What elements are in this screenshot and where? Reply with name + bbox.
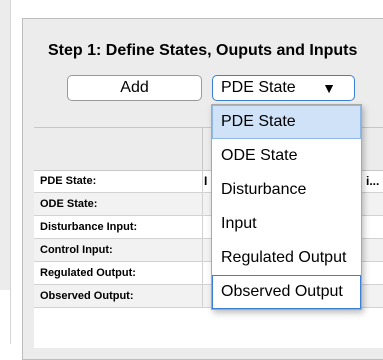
row-label-pde-state: PDE State: [40, 175, 97, 187]
column-divider [202, 216, 203, 238]
menu-item-disturbance[interactable]: Disturbance [212, 173, 361, 207]
left-panel-gap [0, 290, 10, 344]
column-divider [202, 239, 203, 261]
pde-state-value-start: I [204, 174, 208, 188]
menu-item-input[interactable]: Input [212, 207, 361, 241]
column-divider [202, 262, 203, 284]
step-title: Step 1: Define States, Ouputs and Inputs [48, 42, 358, 59]
menu-item-pde-state[interactable]: PDE State [212, 105, 361, 139]
column-divider [202, 128, 203, 170]
column-divider [202, 193, 203, 215]
row-label-disturbance-input: Disturbance Input: [40, 221, 138, 233]
add-button[interactable]: Add [67, 75, 202, 101]
menu-item-observed-output[interactable]: Observed Output [212, 275, 361, 309]
row-label-control-input: Control Input: [40, 244, 113, 256]
type-select[interactable]: PDE State ▼ [212, 75, 355, 101]
row-label-observed-output: Observed Output: [40, 290, 134, 302]
chevron-down-icon: ▼ [322, 80, 336, 96]
row-label-regulated-output: Regulated Output: [40, 267, 136, 279]
menu-item-ode-state[interactable]: ODE State [212, 139, 361, 173]
pde-state-value-ellipsis: i... [366, 174, 380, 188]
column-divider [202, 285, 203, 307]
row-label-ode-state: ODE State: [40, 198, 98, 210]
column-divider [202, 170, 203, 192]
type-dropdown-menu: PDE State ODE State Disturbance Input Re… [211, 104, 362, 310]
type-select-value: PDE State [221, 79, 296, 96]
menu-item-regulated-output[interactable]: Regulated Output [212, 241, 361, 275]
